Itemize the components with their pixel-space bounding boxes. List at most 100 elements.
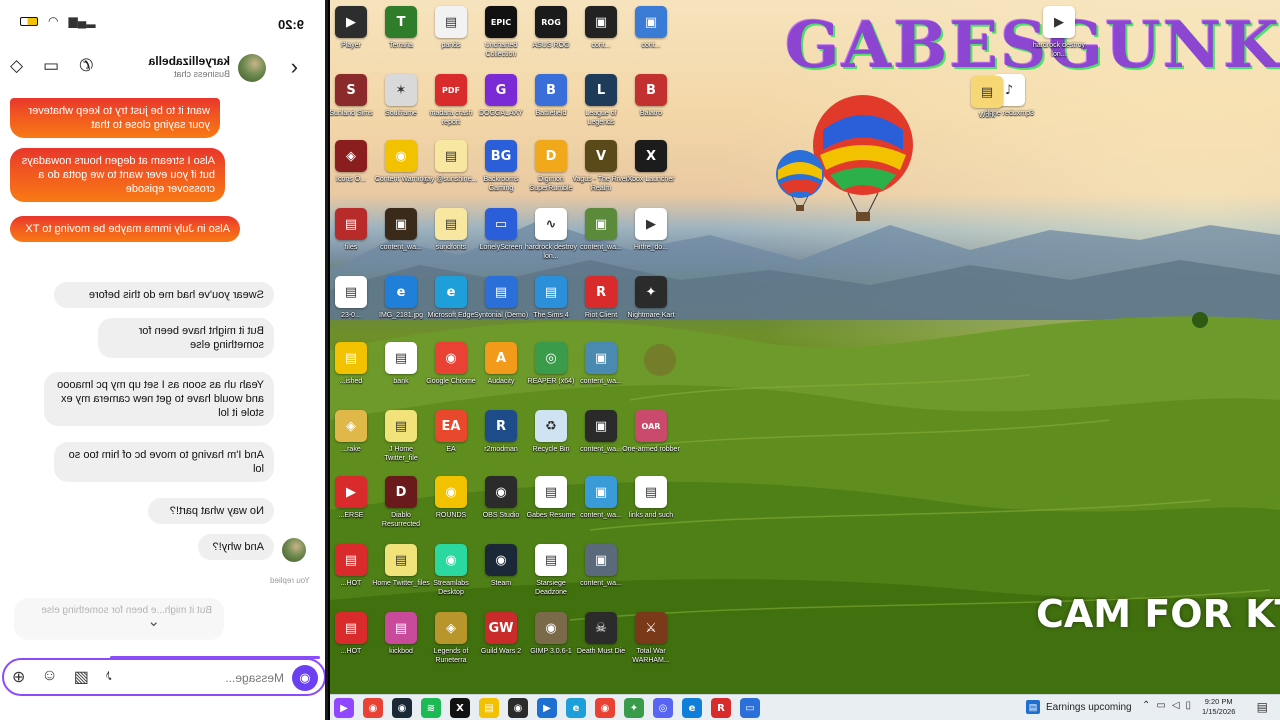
- app-icon: ▣: [585, 342, 617, 374]
- desktop-icon[interactable]: X Xbox Launcher: [622, 140, 680, 206]
- battery-tray-icon[interactable]: ▯: [1186, 700, 1192, 711]
- message-composer: ◉ ♪ ▨ ☺ ⊕: [2, 658, 325, 696]
- chrome-alt-icon[interactable]: ◉: [595, 698, 615, 718]
- phone-call-icon[interactable]: ✆: [79, 56, 93, 76]
- app-icon: ✶: [385, 74, 417, 106]
- phone-status-bar: 9:20 ▂▄▆ ◠: [0, 0, 325, 44]
- chevron-down-icon[interactable]: ⌄: [147, 612, 160, 630]
- desktop-icon-label: cont...: [641, 42, 661, 49]
- app-icon: ◉: [435, 544, 467, 576]
- desktop-icon[interactable]: B Balatro: [622, 74, 680, 140]
- app-icon: ✦: [635, 276, 667, 308]
- message-bubble[interactable]: Yeah uh as soon as I set up my pc lmaooo…: [44, 372, 274, 426]
- desktop-icon[interactable]: ✦ Nightmare Kart: [622, 276, 680, 342]
- desktop-icon-label: Nightmare Kart: [627, 312, 675, 319]
- desktop-icon[interactable]: ▣ cont...: [622, 6, 680, 72]
- message-thread: want it to be just try to keep whatever …: [0, 96, 325, 646]
- back-chevron-icon[interactable]: ‹: [291, 54, 298, 80]
- gallery-icon[interactable]: ▨: [74, 667, 89, 687]
- chevron-up-icon[interactable]: ⌃: [1142, 700, 1150, 711]
- camera-icon[interactable]: ◉: [292, 665, 318, 691]
- message-text: Also I stream at degen hours nowadays bu…: [21, 155, 215, 195]
- clock-time: 9:20 PM: [1204, 697, 1233, 706]
- desktop-icon[interactable]: ▣ content_wa...: [572, 544, 630, 610]
- twitch-icon[interactable]: ▶: [334, 698, 354, 718]
- message-text: Yeah uh as soon as I set up my pc lmaooo…: [57, 379, 264, 419]
- app-icon: ▶: [335, 476, 367, 508]
- desktop-icon[interactable]: ▤ Work: [958, 76, 1016, 142]
- edge-icon[interactable]: e: [682, 698, 702, 718]
- app-icon: ▤: [335, 342, 367, 374]
- app-icon: ◈: [335, 410, 367, 442]
- message-bubble[interactable]: And I'm having to move bc of him too so …: [54, 442, 274, 482]
- contact-name[interactable]: karyellizabella: [149, 54, 230, 68]
- app-icon: ▤: [635, 476, 667, 508]
- message-bubble[interactable]: Swear you've had me do this before: [54, 282, 274, 308]
- dm-header: ‹ karyellizabella Business chat ✆ ▭ ◇: [0, 44, 325, 92]
- discord-icon[interactable]: ◎: [653, 698, 673, 718]
- phone-mirror-panel: 9:20 ▂▄▆ ◠ ‹ karyellizabella Business ch…: [0, 0, 328, 720]
- taskbar-apps: ▶ ◉ ◉ ≋ X ▤ ◉ ▶ e ◉ ✦ ◎ e R ▭: [334, 698, 760, 718]
- desktop-icon[interactable]: ▶ hardrock destroy lon...: [1030, 6, 1088, 72]
- app-icon: L: [585, 74, 617, 106]
- desktop-icon[interactable]: ▶ Hitfre_do...: [622, 208, 680, 274]
- chrome-icon[interactable]: ◉: [363, 698, 383, 718]
- edge-dev-icon[interactable]: e: [566, 698, 586, 718]
- message-bubble[interactable]: Also in July imma maybe be moving to TX: [10, 216, 240, 242]
- news-icon: ▤: [1026, 700, 1040, 714]
- volume-icon[interactable]: ◁: [1172, 700, 1180, 711]
- reply-label: You replied: [270, 576, 310, 585]
- desktop-icon-label: Xbox Launcher: [627, 176, 675, 183]
- desktop-icon[interactable]: ⚔ Total War WARHAM...: [622, 612, 680, 678]
- desktop-icon-label: links and such: [628, 512, 674, 519]
- sticker-icon[interactable]: ☺: [41, 667, 57, 687]
- desktop-icon[interactable]: ▤ links and such: [622, 476, 680, 542]
- taskbar-clock[interactable]: 9:20 PM 1/15/2026: [1202, 697, 1235, 717]
- network-icon[interactable]: ▭: [1156, 700, 1165, 711]
- message-bubble[interactable]: want it to be just try to keep whatever …: [10, 98, 220, 138]
- contact-subtitle: Business chat: [173, 69, 230, 79]
- app-icon: B: [635, 74, 667, 106]
- message-input[interactable]: [194, 669, 284, 687]
- desktop-icon[interactable]: ▣ content_wa...: [572, 342, 630, 408]
- avatar[interactable]: [282, 538, 306, 562]
- message-bubble[interactable]: And why!?: [198, 534, 274, 560]
- wifi-icon: ◠: [48, 14, 59, 28]
- spotify-icon[interactable]: ≋: [421, 698, 441, 718]
- video-call-icon[interactable]: ▭: [43, 56, 59, 76]
- reply-preview[interactable]: But it migh...e been for something else: [14, 598, 224, 640]
- news-widget[interactable]: ▤ Earnings upcoming: [1026, 700, 1132, 714]
- app-icon: ▤: [385, 342, 417, 374]
- remote-icon[interactable]: ▭: [740, 698, 760, 718]
- riot-icon[interactable]: R: [711, 698, 731, 718]
- avatar[interactable]: [238, 54, 266, 82]
- lighthouse-icon[interactable]: ✦: [624, 698, 644, 718]
- add-icon[interactable]: ⊕: [12, 667, 25, 687]
- app-icon: EA: [435, 410, 467, 442]
- desktop-icon-label: content_wa...: [580, 378, 622, 385]
- message-bubble[interactable]: Also I stream at degen hours nowadays bu…: [10, 148, 225, 202]
- app-icon: PDF: [435, 74, 467, 106]
- message-bubble[interactable]: But it might have been for something els…: [98, 318, 274, 358]
- app-icon: ▤: [535, 276, 567, 308]
- app-icon: ♻: [535, 410, 567, 442]
- app-icon: ▤: [385, 612, 417, 644]
- message-bubble[interactable]: No way what part!?: [148, 498, 274, 524]
- status-icons: ▂▄▆ ◠: [20, 14, 95, 28]
- app-icon: ▤: [535, 476, 567, 508]
- desktop-icon[interactable]: OAR One-armed robber: [622, 410, 680, 476]
- app-icon: ▭: [485, 208, 517, 240]
- system-tray: ⌃ ▭ ◁ ▯: [1142, 700, 1191, 711]
- app-icon: ◉: [485, 476, 517, 508]
- message-text: But it might have been for something els…: [138, 325, 264, 351]
- app-icon: A: [485, 342, 517, 374]
- app-icon: ▶: [635, 208, 667, 240]
- microphone-icon[interactable]: ♪: [105, 667, 113, 687]
- obs-icon[interactable]: ◉: [508, 698, 528, 718]
- file-icon[interactable]: ▤: [479, 698, 499, 718]
- capcut-icon[interactable]: X: [450, 698, 470, 718]
- tag-icon[interactable]: ◇: [10, 56, 23, 76]
- notification-icon[interactable]: ▤: [1257, 700, 1268, 714]
- steam-icon[interactable]: ◉: [392, 698, 412, 718]
- player-icon[interactable]: ▶: [537, 698, 557, 718]
